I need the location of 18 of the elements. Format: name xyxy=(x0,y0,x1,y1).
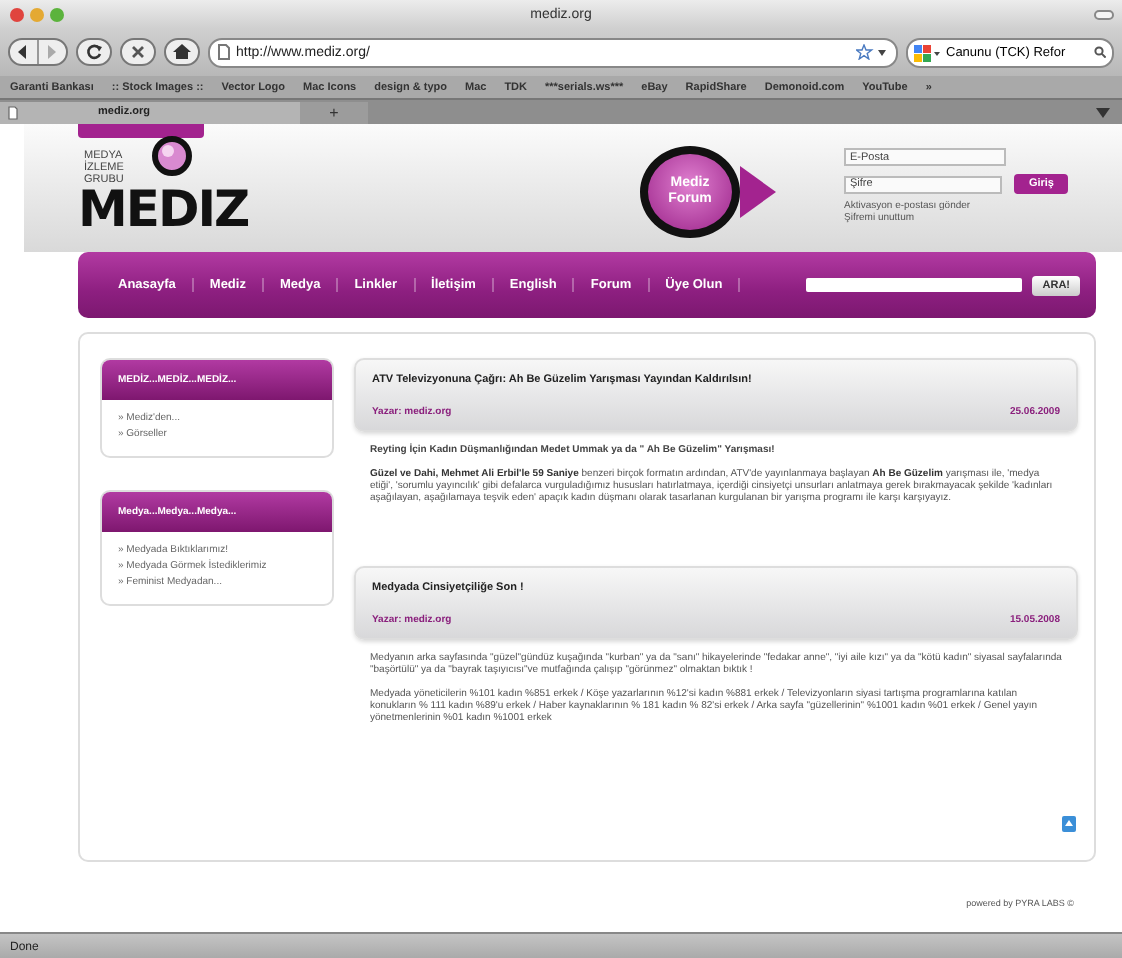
bookmark-star-icon[interactable] xyxy=(856,44,888,60)
new-tab-button[interactable]: + xyxy=(300,101,368,123)
magnifier-icon xyxy=(150,134,194,178)
search-engine-icon[interactable] xyxy=(914,43,942,61)
stop-icon[interactable] xyxy=(120,38,156,66)
tab-list-icon[interactable] xyxy=(1096,107,1110,117)
page-icon xyxy=(218,44,230,60)
header-tab-decoration xyxy=(78,124,204,138)
search-icon[interactable] xyxy=(1094,46,1106,58)
scroll-top-icon[interactable] xyxy=(1062,816,1076,832)
arrow-icon xyxy=(740,166,776,218)
home-icon[interactable] xyxy=(164,38,200,66)
back-forward-icon[interactable] xyxy=(8,38,68,66)
site-search-field[interactable] xyxy=(806,278,1023,292)
page-icon xyxy=(8,105,18,119)
toolbar-toggle-icon[interactable] xyxy=(1094,9,1114,19)
site-logo[interactable]: MEDIZ xyxy=(78,186,249,234)
reload-icon[interactable] xyxy=(76,38,112,66)
